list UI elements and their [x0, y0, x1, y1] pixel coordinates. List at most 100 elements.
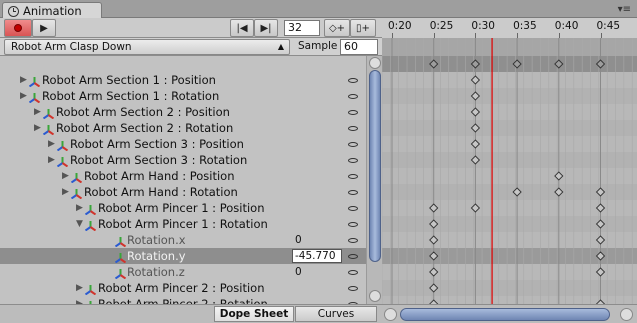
curve-toggle-icon[interactable]: [348, 110, 358, 115]
property-row[interactable]: ▶ Robot Arm Section 2 : Rotation: [0, 120, 366, 136]
play-button[interactable]: ▶: [32, 19, 56, 37]
property-row[interactable]: ▶ Robot Arm Section 1 : Position: [0, 72, 366, 88]
property-row[interactable]: ▼ Robot Arm Pincer 1 : Rotation: [0, 216, 366, 232]
property-row[interactable]: ▶ Robot Arm Section 1 : Rotation: [0, 88, 366, 104]
expand-arrow-icon[interactable]: ▶: [76, 200, 83, 216]
property-subrow[interactable]: Rotation.y -45.770: [0, 248, 366, 264]
curve-toggle-icon[interactable]: [348, 158, 358, 163]
expand-arrow-icon[interactable]: ▶: [34, 104, 41, 120]
add-keyframe-icon: ◇+: [328, 22, 346, 34]
add-event-button[interactable]: ▯+: [350, 19, 376, 37]
curve-toggle-icon[interactable]: [348, 94, 358, 99]
expand-arrow-icon[interactable]: ▶: [48, 152, 55, 168]
transform-axis-icon: [42, 123, 55, 136]
clip-header: Robot Arm Clasp Down ▲ Sample 60: [0, 38, 382, 56]
curve-toggle-icon[interactable]: [348, 190, 358, 195]
expand-arrow-icon[interactable]: ▶: [76, 280, 83, 296]
ruler-tick-label: 0:35: [513, 20, 537, 32]
curve-toggle-icon[interactable]: [348, 222, 358, 227]
record-button[interactable]: [4, 19, 32, 37]
property-row[interactable]: ▶ Robot Arm Hand : Rotation: [0, 184, 366, 200]
scroll-left-button[interactable]: [384, 308, 397, 321]
transform-axis-icon: [114, 235, 127, 248]
curve-toggle-icon[interactable]: [348, 126, 358, 131]
property-name: Robot Arm Section 2 : Rotation: [56, 121, 234, 135]
tab-animation[interactable]: Animation: [2, 2, 102, 19]
dropdown-arrow-icon: ▲: [277, 42, 284, 51]
scroll-down-button[interactable]: [369, 290, 381, 302]
sample-field[interactable]: 60: [340, 39, 378, 55]
expand-arrow-icon[interactable]: ▶: [62, 184, 69, 200]
transform-axis-icon: [84, 219, 97, 232]
summary-row-label-area: [0, 56, 382, 72]
expand-arrow-icon[interactable]: ▶: [20, 72, 27, 88]
curve-toggle-icon[interactable]: [348, 142, 358, 147]
scroll-up-button[interactable]: [369, 57, 381, 69]
property-name: Robot Arm Pincer 1 : Rotation: [98, 217, 268, 231]
tab-curves[interactable]: Curves: [295, 306, 377, 322]
property-name: Robot Arm Hand : Position: [84, 169, 235, 183]
property-row[interactable]: ▶ Robot Arm Hand : Position: [0, 168, 366, 184]
ruler-tick-label: 0:25: [429, 20, 454, 32]
property-subrow[interactable]: Rotation.x 0: [0, 232, 366, 248]
property-name: Robot Arm Pincer 2 : Position: [98, 281, 265, 295]
expand-arrow-icon[interactable]: ▶: [62, 168, 69, 184]
property-value[interactable]: 0: [295, 232, 302, 248]
property-name: Robot Arm Section 3 : Rotation: [70, 153, 248, 167]
expand-arrow-icon[interactable]: ▶: [34, 120, 41, 136]
property-name: Rotation.y: [127, 249, 186, 263]
scroll-right-button[interactable]: [620, 308, 633, 321]
clip-selector[interactable]: Robot Arm Clasp Down ▲: [4, 39, 290, 55]
transform-axis-icon: [56, 139, 69, 152]
add-keyframe-button[interactable]: ◇+: [324, 19, 350, 37]
property-name: Robot Arm Section 1 : Position: [42, 73, 216, 87]
dopesheet-canvas[interactable]: [382, 38, 637, 304]
transform-axis-icon: [28, 91, 41, 104]
previous-keyframe-button[interactable]: |◀: [230, 19, 254, 37]
add-event-icon: ▯+: [356, 22, 370, 34]
dopesheet-timeline[interactable]: [382, 38, 637, 304]
property-row[interactable]: ▶ Robot Arm Section 2 : Position: [0, 104, 366, 120]
window-menu-icon[interactable]: ▾≡: [618, 4, 631, 15]
property-name: Robot Arm Section 1 : Rotation: [42, 89, 220, 103]
property-row[interactable]: ▶ Robot Arm Section 3 : Rotation: [0, 152, 366, 168]
curve-toggle-icon[interactable]: [348, 78, 358, 83]
transform-axis-icon: [84, 203, 97, 216]
curve-toggle-icon[interactable]: [348, 238, 358, 243]
property-value-field[interactable]: -45.770: [292, 249, 342, 263]
property-row[interactable]: ▶ Robot Arm Pincer 2 : Position: [0, 280, 366, 296]
curve-toggle-icon[interactable]: [348, 286, 358, 291]
transform-axis-icon: [114, 251, 127, 264]
curve-toggle-icon[interactable]: [348, 270, 358, 275]
time-ruler[interactable]: 0:20 0:25 0:30 0:35 0:40 0:45: [382, 18, 637, 38]
view-mode-bar: Dope Sheet Curves: [0, 304, 382, 323]
transform-axis-icon: [28, 75, 41, 88]
previous-keyframe-icon: |◀: [236, 22, 248, 34]
property-name: Rotation.x: [127, 233, 186, 247]
frame-field[interactable]: 32: [284, 20, 320, 36]
expand-arrow-icon[interactable]: ▶: [20, 88, 27, 104]
ruler-tick-label: 0:40: [554, 20, 579, 32]
tab-dope-sheet[interactable]: Dope Sheet: [214, 306, 294, 322]
transform-axis-icon: [42, 107, 55, 120]
property-scrollbar[interactable]: [366, 56, 382, 304]
curve-toggle-icon[interactable]: [348, 174, 358, 179]
curve-toggle-icon[interactable]: [348, 206, 358, 211]
transform-axis-icon: [56, 155, 69, 168]
property-subrow[interactable]: Rotation.z 0: [0, 264, 366, 280]
property-name: Robot Arm Pincer 1 : Position: [98, 201, 265, 215]
property-row[interactable]: ▶ Robot Arm Section 3 : Position: [0, 136, 366, 152]
next-keyframe-button[interactable]: ▶|: [254, 19, 278, 37]
property-scrollbar-thumb[interactable]: [369, 70, 381, 262]
timeline-scrollbar-thumb[interactable]: [400, 308, 610, 321]
expand-arrow-icon[interactable]: ▶: [48, 136, 55, 152]
collapse-arrow-icon[interactable]: ▼: [76, 216, 83, 232]
clock-icon: [8, 5, 19, 17]
transform-axis-icon: [84, 283, 97, 296]
curve-toggle-icon[interactable]: [348, 254, 358, 259]
record-icon: [14, 24, 22, 32]
transform-axis-icon: [70, 171, 83, 184]
property-row[interactable]: ▶ Robot Arm Pincer 1 : Position: [0, 200, 366, 216]
property-value[interactable]: 0: [295, 264, 302, 280]
timeline-scrollbar[interactable]: [382, 304, 637, 323]
